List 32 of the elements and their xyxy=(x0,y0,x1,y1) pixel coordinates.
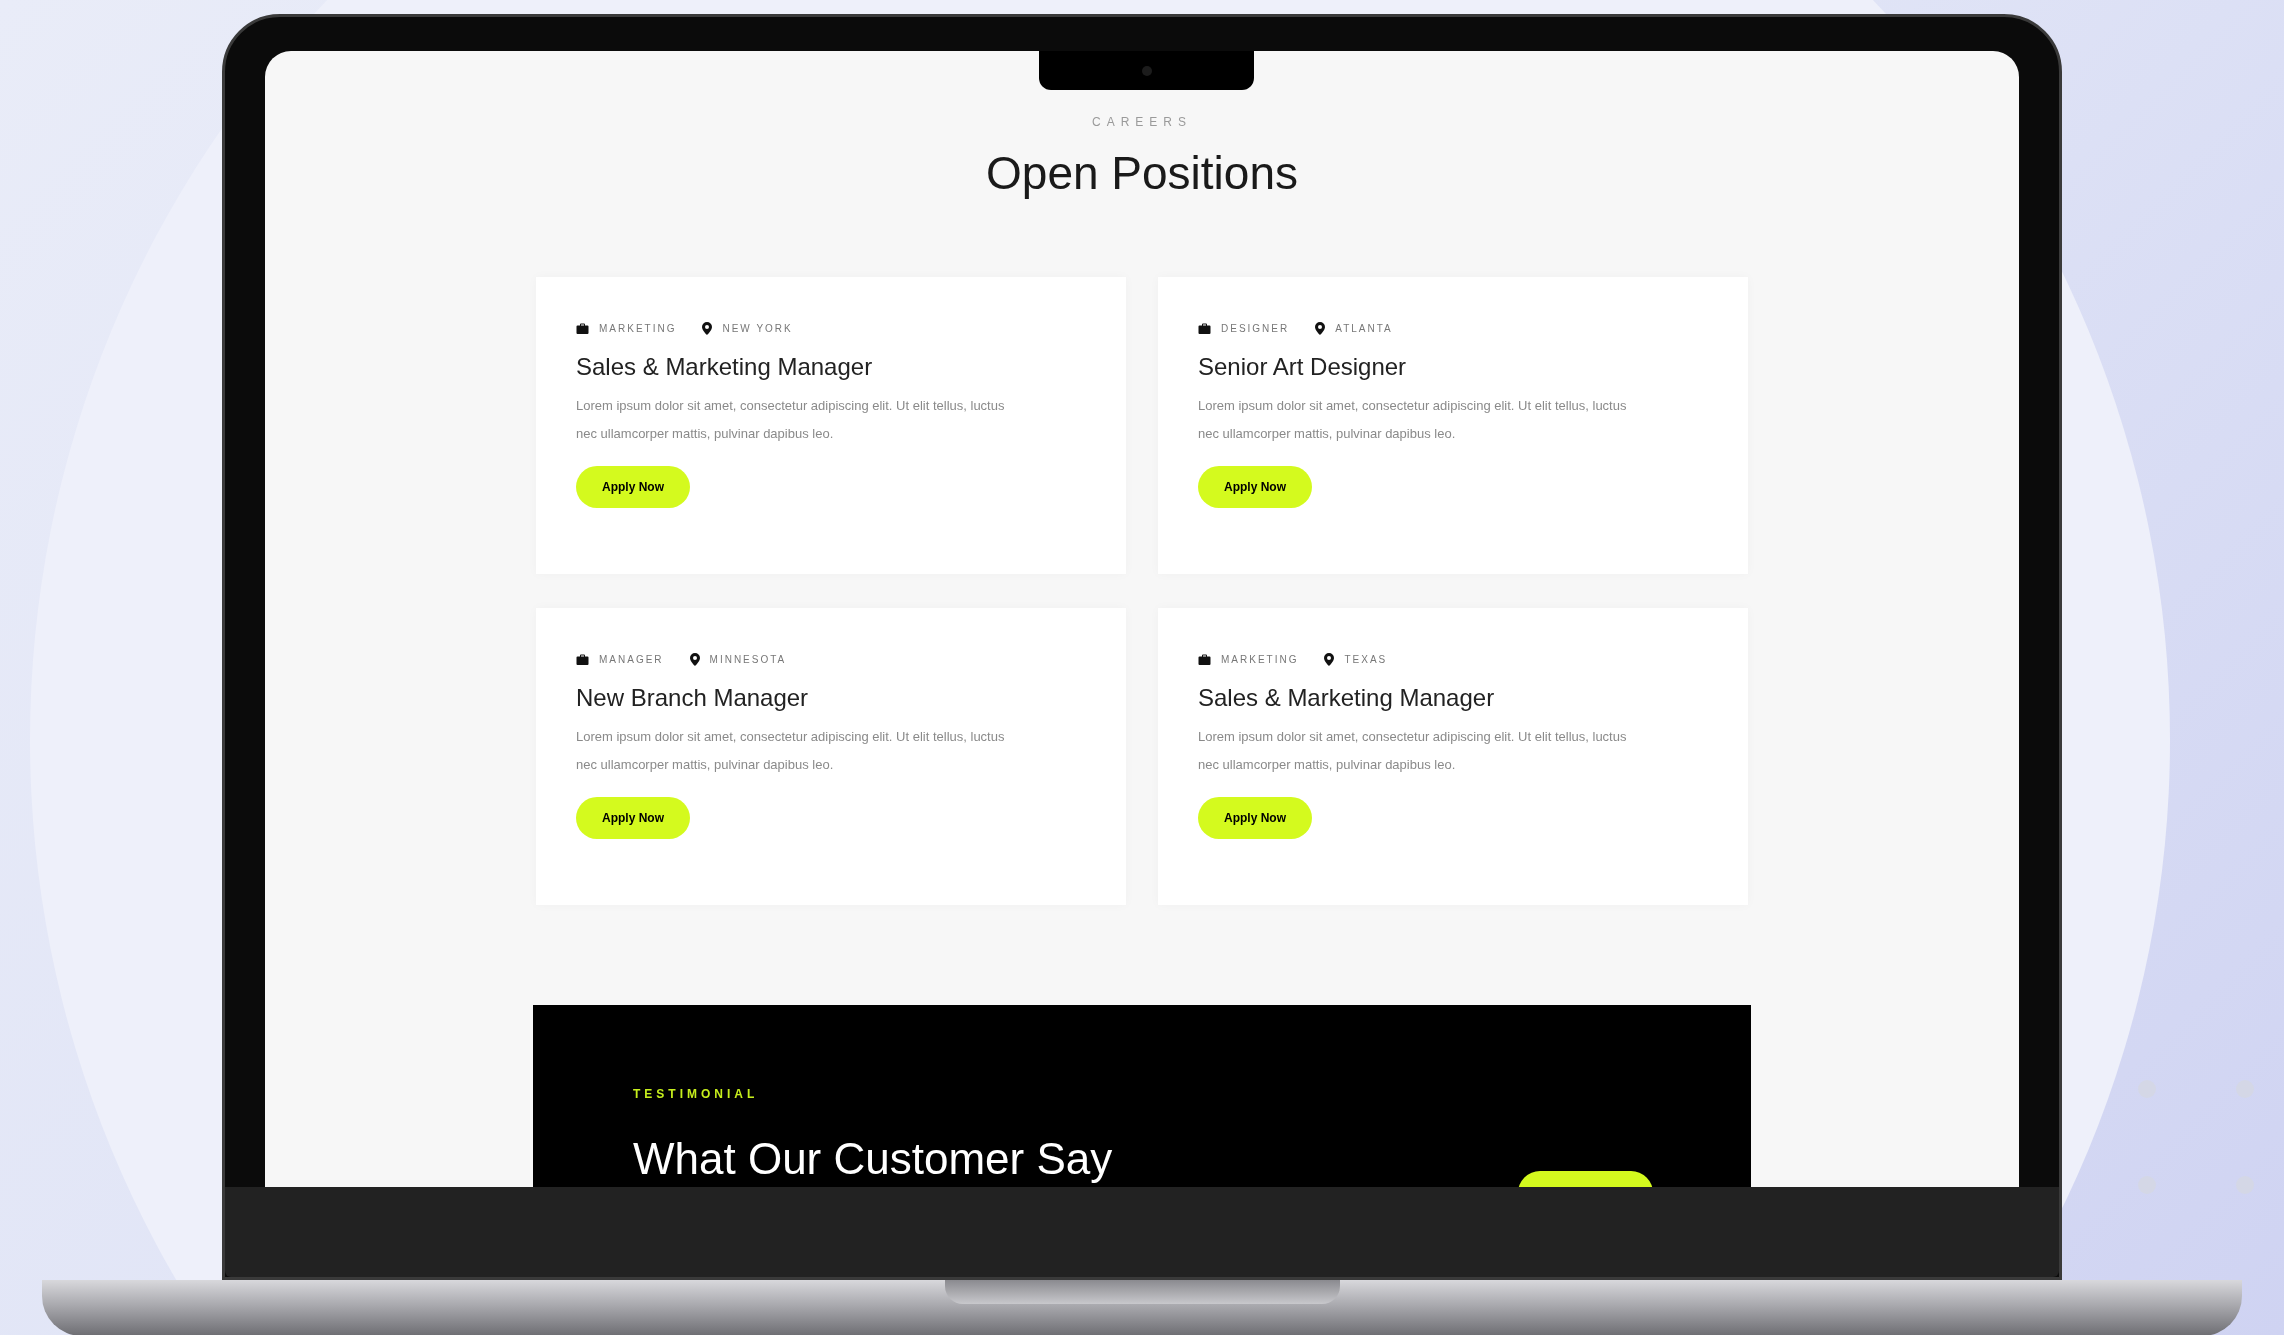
apply-now-button[interactable]: Apply Now xyxy=(576,797,690,839)
briefcase-icon xyxy=(1198,322,1211,335)
department-label: MARKETING xyxy=(1221,653,1299,667)
job-description: Lorem ipsum dolor sit amet, consectetur adipiscing elit. Ut elit tellus, luctus nec ullamcorper mattis, pulvinar dapibus leo. xyxy=(1198,397,1628,443)
location-pin-icon xyxy=(689,653,700,666)
briefcase-icon xyxy=(576,322,589,335)
location-label: TEXAS xyxy=(1344,653,1388,667)
section-eyebrow: CAREERS xyxy=(1092,114,1192,131)
testimonial-title: What Our Customer Say xyxy=(633,1133,1113,1185)
job-description: Lorem ipsum dolor sit amet, consectetur adipiscing elit. Ut elit tellus, luctus nec ullamcorper mattis, pulvinar dapibus leo. xyxy=(1198,728,1628,774)
job-title: New Branch Manager xyxy=(576,683,810,713)
location-label: ATLANTA xyxy=(1335,322,1393,336)
department-label: DESIGNER xyxy=(1221,322,1290,336)
job-description: Lorem ipsum dolor sit amet, consectetur adipiscing elit. Ut elit tellus, luctus nec ullamcorper mattis, pulvinar dapibus leo. xyxy=(576,397,1006,443)
testimonial-eyebrow: TESTIMONIAL xyxy=(633,1086,760,1103)
apply-now-button[interactable]: Apply Now xyxy=(1198,466,1312,508)
department-label: MARKETING xyxy=(599,322,677,336)
briefcase-icon xyxy=(576,653,589,666)
job-title: Sales & Marketing Manager xyxy=(1198,683,1496,713)
location-pin-icon xyxy=(1315,322,1326,335)
location-pin-icon xyxy=(1324,653,1335,666)
briefcase-icon xyxy=(1198,653,1211,666)
location-label: MINNESOTA xyxy=(709,653,787,667)
location-pin-icon xyxy=(702,322,713,335)
job-title: Sales & Marketing Manager xyxy=(576,352,874,382)
apply-now-button[interactable]: Apply Now xyxy=(1198,797,1312,839)
apply-now-button[interactable]: Apply Now xyxy=(576,466,690,508)
job-title: Senior Art Designer xyxy=(1198,352,1408,382)
job-description: Lorem ipsum dolor sit amet, consectetur adipiscing elit. Ut elit tellus, luctus nec ullamcorper mattis, pulvinar dapibus leo. xyxy=(576,728,1006,774)
department-label: MANAGER xyxy=(599,653,664,667)
section-title: Open Positions xyxy=(986,146,1298,201)
location-label: NEW YORK xyxy=(722,322,793,336)
